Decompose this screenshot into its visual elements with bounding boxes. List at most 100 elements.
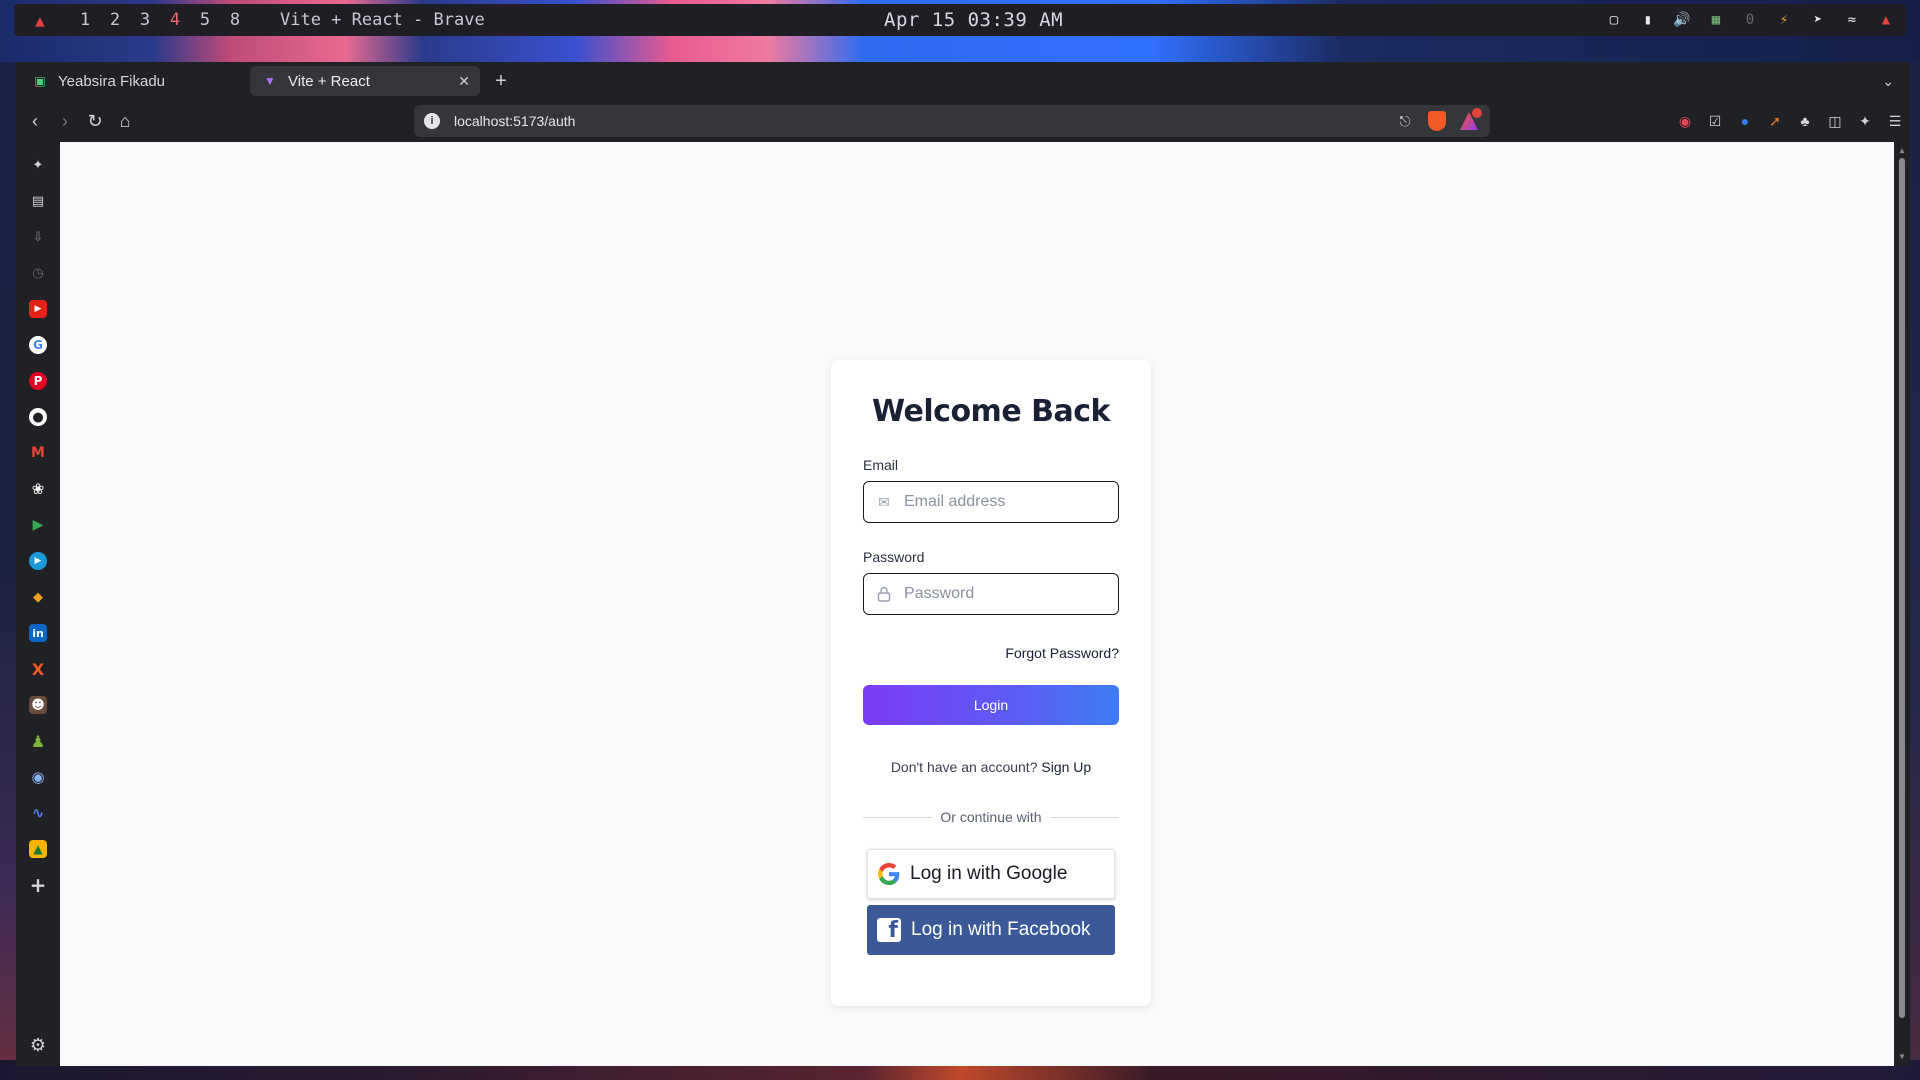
brave-shield-icon[interactable] <box>1428 111 1446 131</box>
forward-icon[interactable]: › <box>50 111 80 132</box>
mail-icon: ✉ <box>878 493 890 510</box>
add-icon[interactable]: + <box>29 873 47 897</box>
settings-icon[interactable]: ⚙ <box>30 1035 46 1056</box>
tab-vite-react[interactable]: ▼ Vite + React ✕ <box>250 66 480 96</box>
scrollbar[interactable]: ▲ ▼ <box>1894 142 1910 1066</box>
telegram-icon[interactable]: ➤ <box>1808 10 1828 30</box>
google-button-label: Log in with Google <box>910 863 1068 884</box>
leo-icon[interactable]: ✦ <box>29 156 47 174</box>
bookmarks-icon[interactable]: ▤ <box>29 192 47 210</box>
flame-icon[interactable]: ▲ <box>24 11 56 30</box>
code-icon[interactable]: ◆ <box>29 588 47 606</box>
pocket-icon[interactable]: ◉ <box>1676 112 1694 130</box>
play-icon[interactable]: ▶ <box>29 516 47 534</box>
youtube-icon[interactable]: ▶ <box>29 300 47 318</box>
email-input[interactable] <box>904 493 1104 511</box>
openai-icon[interactable]: ❀ <box>29 480 47 498</box>
linkedin-icon[interactable]: in <box>29 624 47 642</box>
extension-arrow-icon[interactable]: ➚ <box>1766 112 1784 130</box>
lock-icon <box>876 586 892 602</box>
screen-icon[interactable]: ▢ <box>1604 10 1624 30</box>
page-content: Welcome Back Email ✉ Password Forgot Pas… <box>60 142 1894 1066</box>
tab-label: Vite + React <box>288 72 370 90</box>
browser-window: ▣ Yeabsira Fikadu ▼ Vite + React ✕ + ⌄ ‹… <box>16 62 1910 1066</box>
info-icon[interactable]: i <box>424 113 440 129</box>
password-field[interactable] <box>863 573 1119 615</box>
github-icon[interactable]: ● <box>29 408 47 426</box>
puzzle-icon[interactable]: ♣ <box>1796 112 1814 130</box>
url-text[interactable]: localhost:5173/auth <box>454 113 575 129</box>
rewards-button[interactable] <box>1460 108 1482 130</box>
divider-line-right <box>1049 816 1120 818</box>
power-icon[interactable]: ⚡ <box>1774 10 1794 30</box>
facebook-login-button[interactable]: f Log in with Facebook <box>867 905 1115 955</box>
divider-line-left <box>863 816 933 818</box>
extension-circle-icon[interactable]: ● <box>1736 112 1754 130</box>
forgot-password-link[interactable]: Forgot Password? <box>863 645 1119 661</box>
history-icon[interactable]: ◷ <box>29 264 47 282</box>
vite-icon: ▼ <box>264 74 276 88</box>
photos-icon[interactable]: ▲ <box>29 840 47 858</box>
login-button[interactable]: Login <box>863 685 1119 725</box>
leo-icon[interactable]: ✦ <box>1856 112 1874 130</box>
home-icon[interactable]: ⌂ <box>110 111 140 132</box>
chess-icon[interactable]: ♟ <box>29 732 47 751</box>
email-field[interactable]: ✉ <box>863 481 1119 523</box>
password-input[interactable] <box>904 585 1104 603</box>
tab-bar: ▣ Yeabsira Fikadu ▼ Vite + React ✕ + ⌄ <box>16 62 1910 100</box>
extension-check-icon[interactable]: ☑ <box>1706 112 1724 130</box>
pinterest-icon[interactable]: P <box>29 372 47 390</box>
workspace-5[interactable]: 5 <box>190 10 220 30</box>
downloads-icon[interactable]: ⇩ <box>29 228 47 246</box>
notification-badge <box>1472 108 1482 118</box>
system-bar: ▲ 1 2 3 4 5 8 Vite + React - Brave Apr 1… <box>14 4 1906 36</box>
password-label: Password <box>863 549 925 565</box>
google-icon <box>878 863 900 885</box>
gmail-icon[interactable]: M <box>29 444 47 462</box>
wave-icon[interactable]: ∿ <box>29 804 47 822</box>
extensions-row: ◉ ☑ ● ➚ ♣ ◫ ✦ ☰ <box>1676 112 1904 130</box>
workspace-2[interactable]: 2 <box>100 10 130 30</box>
x-icon[interactable]: X <box>29 660 47 679</box>
workspace-8[interactable]: 8 <box>220 10 250 30</box>
window-title: Vite + React - Brave <box>280 10 485 30</box>
flame-tray-icon[interactable]: ▲ <box>1876 10 1896 30</box>
page-title: Welcome Back <box>872 394 1110 429</box>
scroll-thumb[interactable] <box>1899 158 1905 1018</box>
tab-yeabsira-fikadu[interactable]: ▣ Yeabsira Fikadu <box>20 66 250 96</box>
sidebar-toggle-icon[interactable]: ◫ <box>1826 112 1844 130</box>
battery-icon[interactable]: ▮ <box>1638 10 1658 30</box>
app-tray-icon[interactable]: ▦ <box>1706 10 1726 30</box>
zero-icon[interactable]: 0 <box>1740 10 1760 30</box>
clock[interactable]: Apr 15 03:39 AM <box>884 9 1063 31</box>
browser-sidebar: ✦ ▤ ⇩ ◷ ▶ G P ● M ❀ ▶ ▶ ◆ in X ☻ ♟ ◉ ∿ ▲… <box>16 142 60 1066</box>
address-bar[interactable]: i localhost:5173/auth ⎋ <box>414 105 1490 137</box>
workspace-4[interactable]: 4 <box>160 10 190 30</box>
volume-icon[interactable]: 🔊 <box>1672 10 1692 30</box>
media-play-icon[interactable]: ▶ <box>29 552 47 570</box>
avatar-icon[interactable]: ☻ <box>29 696 47 714</box>
reload-icon[interactable]: ↻ <box>80 111 110 132</box>
back-icon[interactable]: ‹ <box>20 111 50 132</box>
wallpaper-left <box>0 62 16 1080</box>
divider: Or continue with <box>863 809 1120 825</box>
toolbar: ‹ › ↻ ⌂ i localhost:5173/auth ⎋ ◉ ☑ ● ➚ … <box>16 100 1910 142</box>
signup-link[interactable]: Sign Up <box>1041 759 1091 775</box>
system-tray: ▢ ▮ 🔊 ▦ 0 ⚡ ➤ ≈ ▲ <box>1604 10 1896 30</box>
workspace-3[interactable]: 3 <box>130 10 160 30</box>
menu-icon[interactable]: ☰ <box>1886 112 1904 130</box>
scroll-up-icon[interactable]: ▲ <box>1898 146 1906 155</box>
chevron-down-icon[interactable]: ⌄ <box>1882 73 1894 90</box>
scroll-down-icon[interactable]: ▼ <box>1898 1052 1906 1061</box>
wave-icon[interactable]: ≈ <box>1842 10 1862 30</box>
google-login-button[interactable]: Log in with Google <box>867 849 1115 899</box>
google-icon[interactable]: G <box>29 336 47 354</box>
terminal-icon: ▣ <box>34 74 46 88</box>
divider-text: Or continue with <box>940 809 1042 825</box>
email-label: Email <box>863 457 899 473</box>
globe-icon[interactable]: ◉ <box>29 768 47 786</box>
share-icon[interactable]: ⎋ <box>1396 112 1414 130</box>
close-icon[interactable]: ✕ <box>458 73 470 90</box>
new-tab-button[interactable]: + <box>486 70 516 93</box>
workspace-1[interactable]: 1 <box>70 10 100 30</box>
